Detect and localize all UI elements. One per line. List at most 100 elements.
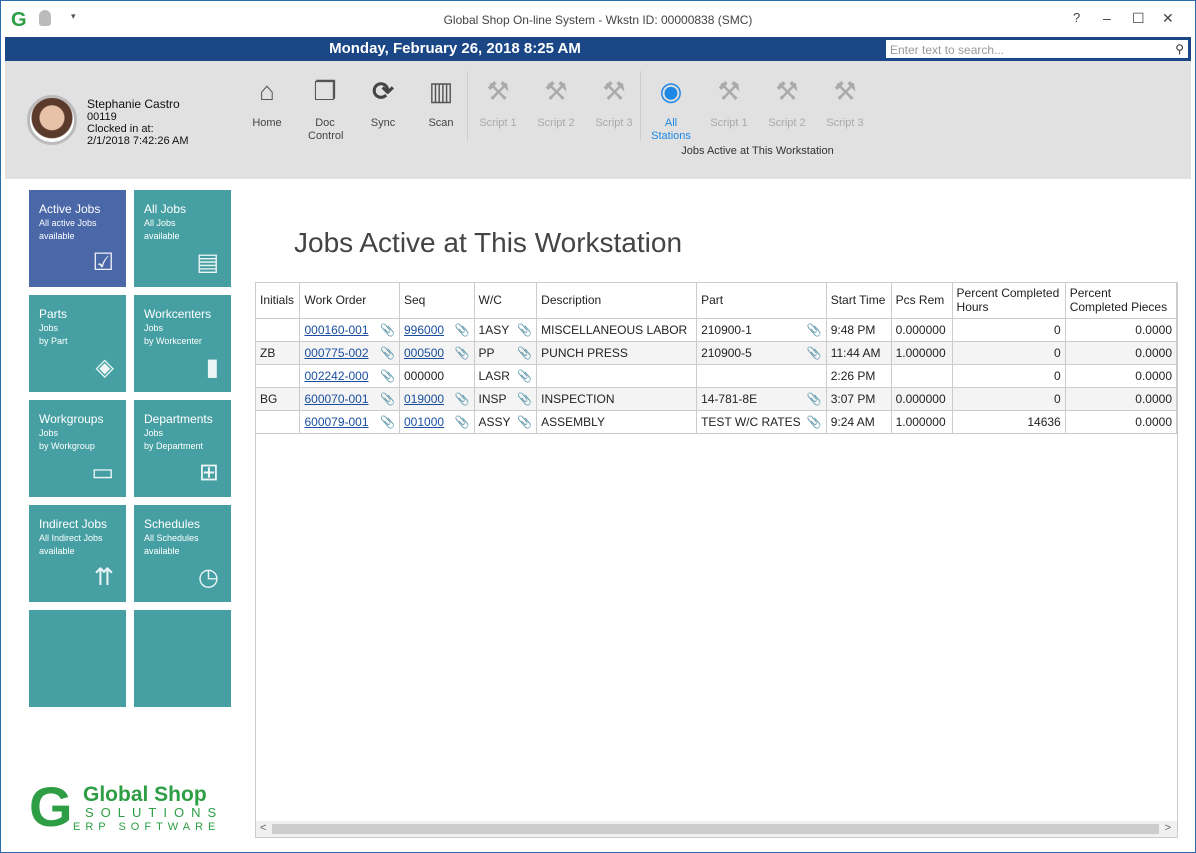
paperclip-icon[interactable]: 📎	[517, 369, 532, 383]
paperclip-icon[interactable]: 📎	[517, 323, 532, 337]
seq-link[interactable]: 001000	[404, 415, 444, 429]
part-value: 210900-1	[701, 323, 752, 337]
column-header[interactable]: Start Time	[826, 283, 891, 318]
cell-wc: 1ASY📎	[474, 318, 537, 341]
search-input[interactable]: Enter text to search... ⚲	[885, 39, 1189, 59]
paperclip-icon[interactable]: 📎	[807, 415, 822, 429]
paperclip-icon[interactable]: 📎	[380, 323, 395, 337]
paperclip-icon[interactable]: 📎	[455, 392, 470, 406]
column-header[interactable]: Description	[537, 283, 697, 318]
column-header[interactable]: Initials	[256, 283, 300, 318]
cell-part: 210900-5📎	[697, 341, 827, 364]
cell-description: MISCELLANEOUS LABOR	[537, 318, 697, 341]
logo-text: Global Shop	[83, 783, 207, 807]
close-button[interactable]: ✕	[1162, 10, 1174, 27]
seq-link[interactable]: 000500	[404, 346, 444, 360]
logo-text: ERP SOFTWARE	[73, 821, 220, 833]
script-2-button[interactable]: ⚒Script 2	[527, 75, 585, 130]
work-order-link[interactable]: 002242-000	[304, 369, 368, 383]
page-title: Jobs Active at This Workstation	[294, 227, 682, 259]
schedule-clock-icon: ◷	[198, 563, 219, 592]
tile-parts[interactable]: PartsJobsby Part◈	[29, 295, 126, 392]
search-icon[interactable]: ⚲	[1175, 42, 1184, 56]
paperclip-icon[interactable]: 📎	[380, 369, 395, 383]
cell-description	[537, 364, 697, 387]
split-arrows-icon: ⇈	[94, 563, 114, 592]
paperclip-icon[interactable]: 📎	[517, 392, 532, 406]
scrollbar-thumb[interactable]	[272, 824, 1159, 834]
sync-button[interactable]: ⟳Sync	[354, 75, 412, 130]
column-header[interactable]: Part	[697, 283, 827, 318]
script-1-button[interactable]: ⚒Script 1	[700, 75, 758, 130]
help-button[interactable]: ?	[1073, 10, 1080, 25]
scroll-right-button[interactable]: >	[1165, 822, 1171, 834]
table-row[interactable]: 600079-001📎 001000📎 ASSY📎 ASSEMBLY TEST …	[256, 410, 1177, 433]
cell-work-order: 600079-001 📎	[300, 410, 400, 433]
paperclip-icon[interactable]: 📎	[380, 392, 395, 406]
tile-departments[interactable]: DepartmentsJobsby Department⊞	[134, 400, 231, 497]
column-header[interactable]: Percent Completed Pieces	[1065, 283, 1176, 318]
horizontal-scrollbar[interactable]: < >	[256, 821, 1177, 837]
table-row[interactable]: ZB 000775-002📎 000500📎 PP📎 PUNCH PRESS 2…	[256, 341, 1177, 364]
tile-empty[interactable]	[134, 610, 231, 707]
column-header[interactable]: Work Order	[300, 283, 400, 318]
tile-workcenters[interactable]: WorkcentersJobsby Workcenter▮	[134, 295, 231, 392]
paperclip-icon[interactable]: 📎	[517, 346, 532, 360]
seq-link[interactable]: 996000	[404, 323, 444, 337]
script-3-button[interactable]: ⚒Script 3	[816, 75, 874, 130]
work-order-link[interactable]: 600079-001	[304, 415, 368, 429]
box-icon: ◈	[96, 353, 114, 382]
cell-pct-hours: 0	[952, 387, 1065, 410]
script-2-button[interactable]: ⚒Script 2	[758, 75, 816, 130]
work-order-link[interactable]: 000160-001	[304, 323, 368, 337]
paperclip-icon[interactable]: 📎	[455, 346, 470, 360]
column-header[interactable]: Percent Completed Hours	[952, 283, 1065, 318]
tile-schedules[interactable]: SchedulesAll Schedulesavailable◷	[134, 505, 231, 602]
scan-button[interactable]: ▥Scan	[412, 75, 470, 130]
tile-empty[interactable]	[29, 610, 126, 707]
seq-link[interactable]: 019000	[404, 392, 444, 406]
paperclip-icon[interactable]: 📎	[807, 346, 822, 360]
maximize-button[interactable]: ☐	[1132, 10, 1145, 27]
tile-indirect-jobs[interactable]: Indirect JobsAll Indirect Jobsavailable⇈	[29, 505, 126, 602]
cell-initials	[256, 410, 300, 433]
cell-seq: 000000	[400, 364, 475, 387]
cabinet-icon: ▭	[91, 458, 114, 487]
tile-title: Schedules	[144, 517, 221, 531]
paperclip-icon[interactable]: 📎	[807, 392, 822, 406]
tile-all-jobs[interactable]: All JobsAll Jobsavailable▤	[134, 190, 231, 287]
table-row[interactable]: BG 600070-001📎 019000📎 INSP📎 INSPECTION …	[256, 387, 1177, 410]
cell-seq: 019000 📎	[400, 387, 475, 410]
table-row[interactable]: 002242-000📎 000000 LASR📎 2:26 PM 0 0.000…	[256, 364, 1177, 387]
column-header[interactable]: Seq	[400, 283, 475, 318]
date-bar: Monday, February 26, 2018 8:25 AM Enter …	[5, 37, 1191, 61]
column-header[interactable]: Pcs Rem	[891, 283, 952, 318]
scroll-left-button[interactable]: <	[260, 822, 266, 834]
paperclip-icon[interactable]: 📎	[380, 346, 395, 360]
paperclip-icon[interactable]: 📎	[517, 415, 532, 429]
tile-workgroups[interactable]: WorkgroupsJobsby Workgroup▭	[29, 400, 126, 497]
cell-wc: ASSY📎	[474, 410, 537, 433]
script-1-button[interactable]: ⚒Script 1	[469, 75, 527, 130]
clipboard-check-icon: ☑	[92, 248, 114, 277]
column-header[interactable]: W/C	[474, 283, 537, 318]
tile-active-jobs[interactable]: Active JobsAll active Jobsavailable☑	[29, 190, 126, 287]
user-info: Stephanie Castro 00119 Clocked in at: 2/…	[87, 97, 189, 147]
paperclip-icon[interactable]: 📎	[455, 323, 470, 337]
barcode-icon: ▥	[412, 75, 470, 107]
all-stations-button[interactable]: ◉All Stations	[642, 75, 700, 143]
paperclip-icon[interactable]: 📎	[455, 415, 470, 429]
cell-pct-hours: 0	[952, 341, 1065, 364]
paperclip-icon[interactable]: 📎	[807, 323, 822, 337]
table-row[interactable]: 000160-001 📎 996000 📎 1ASY📎 MISCELLANEOUS …	[256, 318, 1177, 341]
work-order-link[interactable]: 000775-002	[304, 346, 368, 360]
cell-seq: 996000 📎	[400, 318, 475, 341]
home-button[interactable]: ⌂Home	[238, 75, 296, 130]
minimize-button[interactable]: –	[1103, 10, 1111, 26]
wc-value: LASR	[479, 369, 510, 383]
doc-control-button[interactable]: ❐Doc Control	[296, 75, 354, 143]
work-order-link[interactable]: 600070-001	[304, 392, 368, 406]
script-3-button[interactable]: ⚒Script 3	[585, 75, 643, 130]
paperclip-icon[interactable]: 📎	[380, 415, 395, 429]
script-label: Script 2	[768, 117, 805, 129]
